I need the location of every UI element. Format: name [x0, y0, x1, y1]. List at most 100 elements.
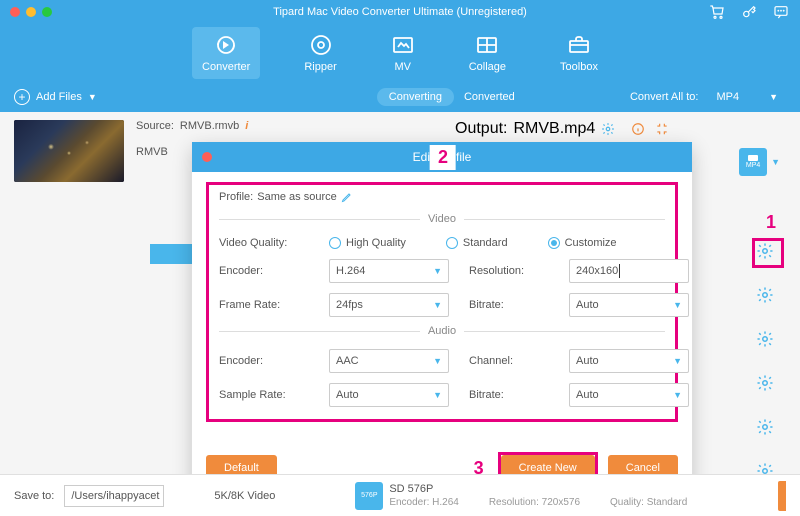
add-files-button[interactable]: + Add Files ▼ — [14, 89, 97, 105]
resolution-input[interactable]: 240x160 — [569, 259, 689, 283]
audio-bitrate-select[interactable]: Auto▼ — [569, 383, 689, 407]
framerate-select[interactable]: 24fps▼ — [329, 293, 449, 317]
preset-badge[interactable]: 576P — [355, 482, 383, 510]
mv-icon — [391, 33, 415, 57]
convert-all-value: MP4 — [716, 91, 739, 103]
selection-strip — [150, 244, 192, 264]
nav-toolbox[interactable]: Toolbox — [550, 27, 608, 79]
nav-ripper[interactable]: Ripper — [294, 27, 346, 79]
annotation-1-label: 1 — [766, 212, 776, 233]
video-bitrate-select[interactable]: Auto▼ — [569, 293, 689, 317]
save-to-label: Save to: — [14, 490, 54, 502]
output-label: Output: — [455, 120, 507, 138]
window-controls — [10, 7, 52, 17]
profile-label: Profile: — [219, 191, 253, 203]
gear-icon[interactable] — [756, 418, 774, 436]
gear-icon[interactable] — [756, 286, 774, 304]
tab-converting[interactable]: Converting — [377, 88, 454, 106]
video-encoder-select[interactable]: H.264▼ — [329, 259, 449, 283]
chevron-down-icon: ▼ — [673, 356, 682, 366]
nav-label: Collage — [469, 61, 506, 73]
convert-all-format-select[interactable]: MP4 ▼ — [708, 89, 786, 105]
source-label: Source: — [136, 120, 174, 132]
video-thumbnail[interactable] — [14, 120, 124, 182]
maximize-window-button[interactable] — [42, 7, 52, 17]
video-bitrate-label: Bitrate: — [469, 299, 549, 311]
key-icon[interactable] — [740, 3, 758, 21]
converter-icon — [214, 33, 238, 57]
content-area: Source: RMVB.rmvb i RMVB Output: RMVB.mp… — [0, 112, 800, 516]
info-icon[interactable] — [631, 122, 645, 136]
plus-icon: + — [14, 89, 30, 105]
chevron-down-icon: ▼ — [433, 266, 442, 276]
dialog-title-post: file — [456, 150, 471, 164]
profile-value: Same as source — [257, 191, 336, 203]
quality-customize-radio[interactable]: Customize — [548, 237, 617, 249]
dialog-title-pre: Edi — [413, 150, 430, 164]
tab-converted[interactable]: Converted — [464, 91, 515, 103]
chevron-down-icon[interactable]: ▼ — [88, 92, 97, 102]
quality-high-radio[interactable]: High Quality — [329, 237, 406, 249]
channel-label: Channel: — [469, 355, 549, 367]
save-path-input[interactable]: /Users/ihappyacet — [64, 485, 164, 507]
annotation-2-label: 2 — [430, 145, 456, 170]
nav-mv[interactable]: MV — [381, 27, 425, 79]
gear-icon[interactable] — [756, 330, 774, 348]
toolbar: + Add Files ▼ Converting Converted Conve… — [0, 82, 800, 112]
audio-section-label: Audio — [428, 325, 456, 337]
edit-profile-dialog: Edi 2 file Profile: Same as source Video… — [192, 142, 692, 500]
nav-converter[interactable]: Converter — [192, 27, 260, 79]
preset-name: SD 576P — [389, 483, 687, 495]
audio-encoder-select[interactable]: AAC▼ — [329, 349, 449, 373]
chevron-down-icon: ▼ — [673, 300, 682, 310]
gear-icon[interactable] — [756, 374, 774, 392]
samplerate-select[interactable]: Auto▼ — [329, 383, 449, 407]
feedback-icon[interactable] — [772, 3, 790, 21]
video-encoder-label: Encoder: — [219, 265, 309, 277]
chevron-down-icon: ▼ — [769, 92, 778, 102]
settings-gear-column — [756, 242, 774, 480]
video-section-label: Video — [428, 213, 456, 225]
close-window-button[interactable] — [10, 7, 20, 17]
nav-label: Ripper — [304, 61, 336, 73]
nav-label: MV — [394, 61, 411, 73]
video-quality-label: Video Quality: — [219, 237, 309, 249]
format-badge[interactable]: MP4 — [739, 148, 767, 176]
compress-icon[interactable] — [655, 122, 669, 136]
add-files-label: Add Files — [36, 91, 82, 103]
samplerate-label: Sample Rate: — [219, 389, 309, 401]
pencil-icon[interactable] — [341, 191, 353, 203]
chevron-down-icon: ▼ — [433, 390, 442, 400]
app-title: Tipard Mac Video Converter Ultimate (Unr… — [273, 6, 527, 18]
side-category-label[interactable]: 5K/8K Video — [214, 490, 275, 502]
cart-icon[interactable] — [708, 3, 726, 21]
quality-standard-radio[interactable]: Standard — [446, 237, 508, 249]
chevron-down-icon: ▼ — [433, 356, 442, 366]
collage-icon — [475, 33, 499, 57]
gear-icon[interactable] — [601, 122, 615, 136]
annotation-1-box — [752, 238, 784, 268]
source-value: RMVB.rmvb — [180, 120, 239, 132]
convert-all-label: Convert All to: — [630, 91, 698, 103]
info-icon[interactable]: i — [245, 120, 248, 132]
chevron-down-icon: ▼ — [433, 300, 442, 310]
main-nav: Converter Ripper MV Collage Toolbox — [0, 24, 800, 82]
nav-collage[interactable]: Collage — [459, 27, 516, 79]
framerate-label: Frame Rate: — [219, 299, 309, 311]
audio-bitrate-label: Bitrate: — [469, 389, 549, 401]
convert-button[interactable] — [778, 481, 786, 511]
ripper-icon — [309, 33, 333, 57]
close-dialog-button[interactable] — [202, 152, 212, 162]
minimize-window-button[interactable] — [26, 7, 36, 17]
chevron-down-icon[interactable]: ▼ — [771, 157, 780, 167]
output-value: RMVB.mp4 — [513, 120, 595, 138]
save-bar: Save to: /Users/ihappyacet 5K/8K Video 5… — [0, 474, 800, 516]
audio-encoder-label: Encoder: — [219, 355, 309, 367]
annotation-2-box: Profile: Same as source Video Video Qual… — [206, 182, 678, 422]
chevron-down-icon: ▼ — [673, 390, 682, 400]
dialog-header: Edi 2 file — [192, 142, 692, 172]
resolution-label: Resolution: — [469, 265, 549, 277]
channel-select[interactable]: Auto▼ — [569, 349, 689, 373]
nav-label: Toolbox — [560, 61, 598, 73]
titlebar: Tipard Mac Video Converter Ultimate (Unr… — [0, 0, 800, 24]
